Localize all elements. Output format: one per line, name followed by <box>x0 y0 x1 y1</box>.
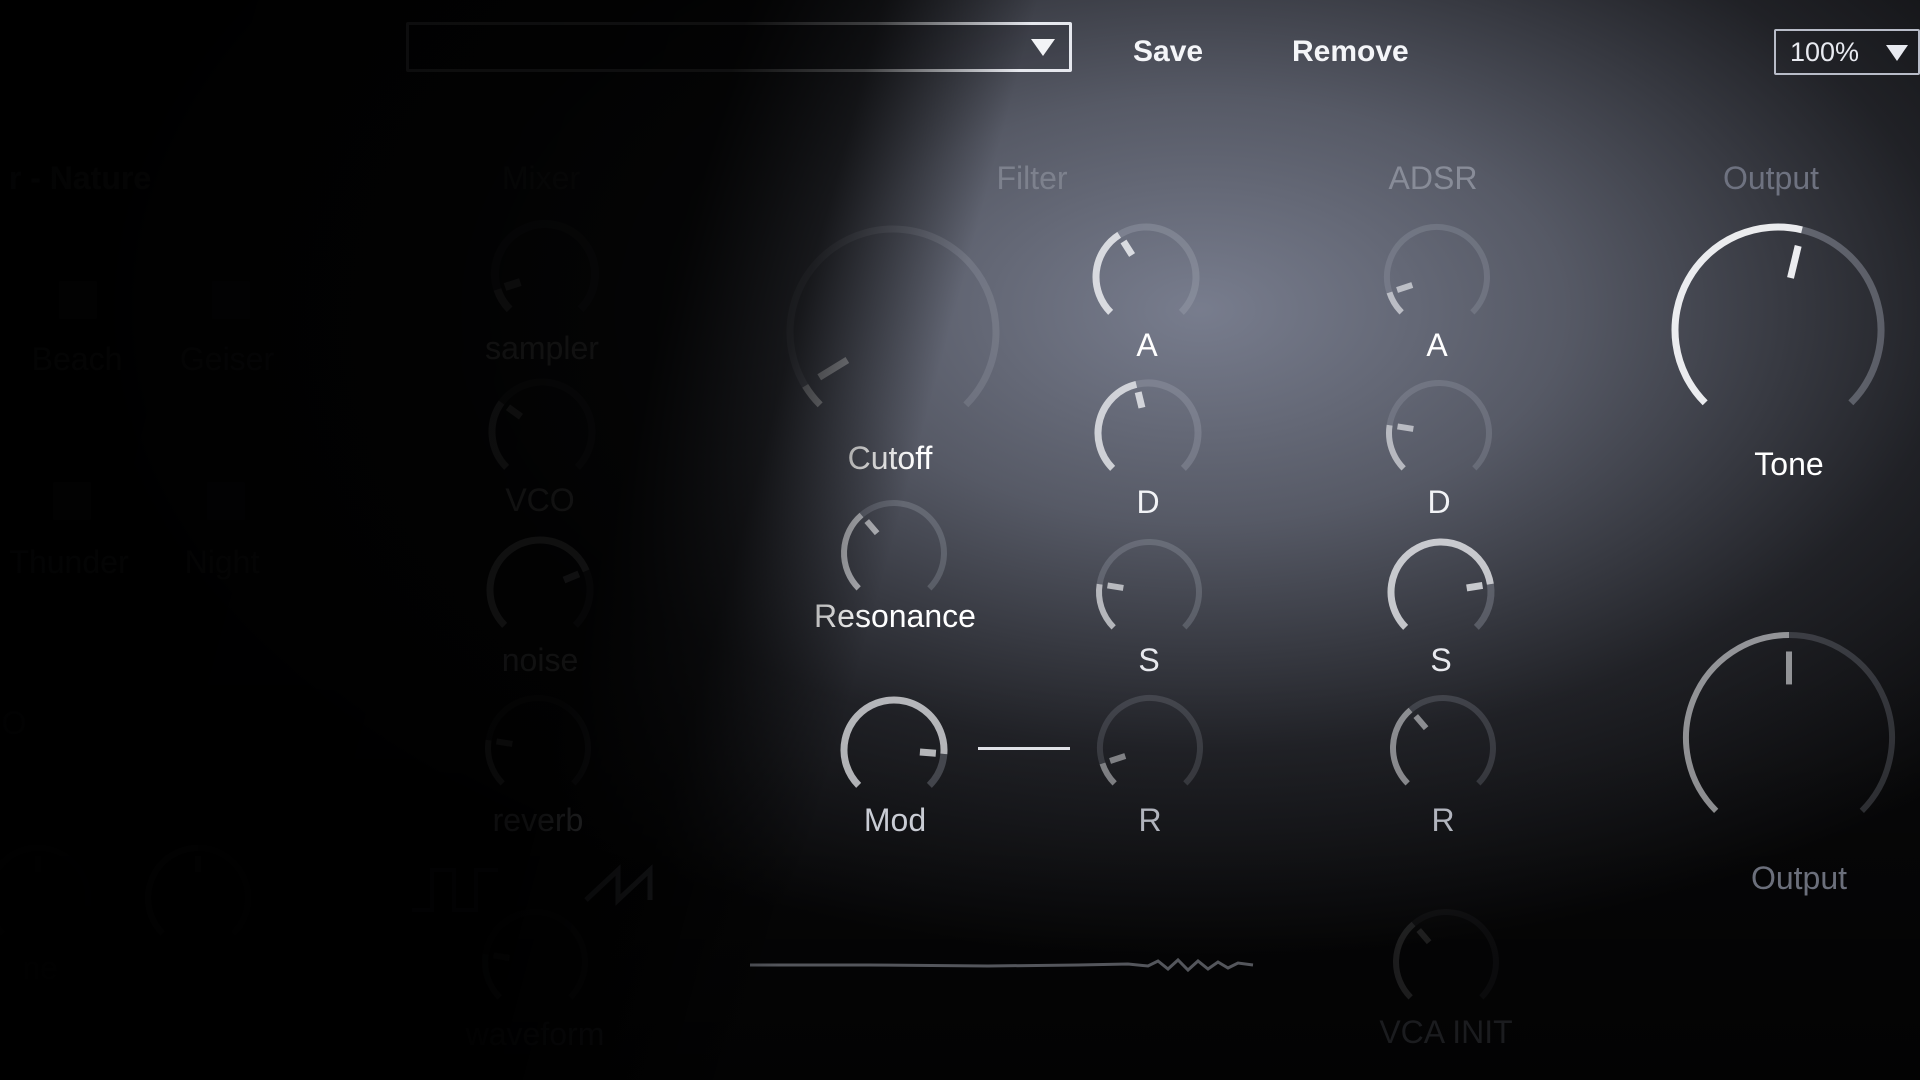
knob-indicator <box>562 570 581 584</box>
knob-filter-s[interactable] <box>1087 530 1211 654</box>
knob-label-tone: Tone <box>1754 446 1824 482</box>
knob-label-filter-r: R <box>1138 802 1162 838</box>
knob-indicator <box>1787 245 1802 279</box>
knob-label-filter-s: S <box>1138 642 1160 678</box>
knob-label-filter-a: A <box>1136 327 1158 363</box>
output-section-title: Output <box>1722 160 1820 196</box>
knob-label-mod: Mod <box>863 802 927 838</box>
knob-label-adsr-d: D <box>1427 484 1451 520</box>
pad-label-beach: Beach <box>31 341 123 377</box>
knob-output[interactable] <box>1674 623 1904 853</box>
waveform-shape-icons <box>412 864 653 912</box>
knob-indicator <box>1120 239 1136 257</box>
remove-button[interactable]: Remove <box>1292 35 1409 69</box>
knob-cutoff[interactable] <box>778 217 1008 447</box>
adsr-section-title: ADSR <box>1388 160 1478 196</box>
knob-indicator <box>1466 581 1484 592</box>
waveform-scope <box>750 957 1254 973</box>
knob-indicator <box>496 738 513 747</box>
knob-resonance[interactable] <box>832 491 956 615</box>
dropdown-arrow-icon <box>1031 39 1055 56</box>
knob-reverb[interactable] <box>476 686 600 810</box>
save-button[interactable]: Save <box>1133 35 1203 69</box>
vca-init-label: VCA INIT <box>1379 1014 1513 1050</box>
knob-noise[interactable] <box>478 528 602 652</box>
knob-filter-a[interactable] <box>1084 215 1208 339</box>
partial-letter: O <box>1 705 27 741</box>
knob-indicator <box>1396 282 1414 293</box>
knob-filter-d[interactable] <box>1086 371 1210 495</box>
knob-nature-a[interactable] <box>136 836 260 960</box>
knob-indicator <box>1107 582 1124 591</box>
knob-label-filter-d: D <box>1136 484 1160 520</box>
square-wave-icon <box>412 868 498 912</box>
saw-wave-icon <box>584 864 653 906</box>
pad-label-thunder: Thunder <box>9 544 129 580</box>
zoom-value: 100% <box>1790 37 1860 67</box>
knob-vca-init[interactable] <box>1384 900 1508 1024</box>
knob-label-vco: VCO <box>505 482 575 518</box>
pad-label-night: Night <box>184 544 260 580</box>
knob-nature-b[interactable] <box>0 836 100 960</box>
knob-sampler[interactable] <box>483 212 607 336</box>
zoom-arrow-icon <box>1886 45 1908 61</box>
knob-label-resonance: Resonance <box>814 598 976 634</box>
nature-section-title: r - Nature <box>8 160 152 196</box>
knob-indicator <box>1109 753 1127 764</box>
mixer-section-title: Mixer <box>501 160 581 196</box>
knob-indicator <box>919 748 937 757</box>
knob-mod[interactable] <box>832 688 956 812</box>
knob-filter-r[interactable] <box>1088 686 1212 810</box>
pad-label-geiser: Geiser <box>179 341 275 377</box>
knob-label-cutoff: Cutoff <box>847 440 933 476</box>
knob-indicator <box>503 278 522 291</box>
knob-label-adsr-r: R <box>1431 802 1455 838</box>
knob-adsr-d[interactable] <box>1377 371 1501 495</box>
knob-label-output: Output <box>1750 860 1848 896</box>
zoom-select[interactable]: 100% <box>1774 29 1920 75</box>
knob-label-reverb: reverb <box>492 802 584 838</box>
left-shadow-overlay <box>0 0 1920 1080</box>
knob-vco[interactable] <box>480 370 604 494</box>
preset-dropdown[interactable] <box>406 22 1072 72</box>
knob-indicator <box>1134 391 1146 409</box>
pad-geiser[interactable] <box>212 281 250 319</box>
knob-adsr-r[interactable] <box>1381 686 1505 810</box>
knob-label-adsr-a: A <box>1426 327 1448 363</box>
knob-indicator <box>864 519 880 536</box>
pad-beach[interactable] <box>59 281 97 319</box>
background <box>0 0 1920 1080</box>
knob-indicator <box>817 357 850 381</box>
knob-label-noise: noise <box>501 642 579 678</box>
filter-section-title: Filter <box>996 160 1068 196</box>
pad-night[interactable] <box>207 482 245 520</box>
knob-tone[interactable] <box>1663 215 1893 445</box>
knob-adsr-a[interactable] <box>1375 215 1499 339</box>
waveform-label: waveform <box>465 1016 605 1052</box>
knob-indicator <box>1397 423 1414 432</box>
knob-indicator <box>505 404 524 420</box>
pad-thunder[interactable] <box>53 482 91 520</box>
knob-indicator <box>1413 714 1429 731</box>
knob-adsr-s[interactable] <box>1379 530 1503 654</box>
knob-label-adsr-s: S <box>1430 642 1452 678</box>
knob-label-sampler: sampler <box>485 330 599 366</box>
mod-connector-line <box>978 747 1070 750</box>
knob-indicator <box>1416 928 1432 945</box>
